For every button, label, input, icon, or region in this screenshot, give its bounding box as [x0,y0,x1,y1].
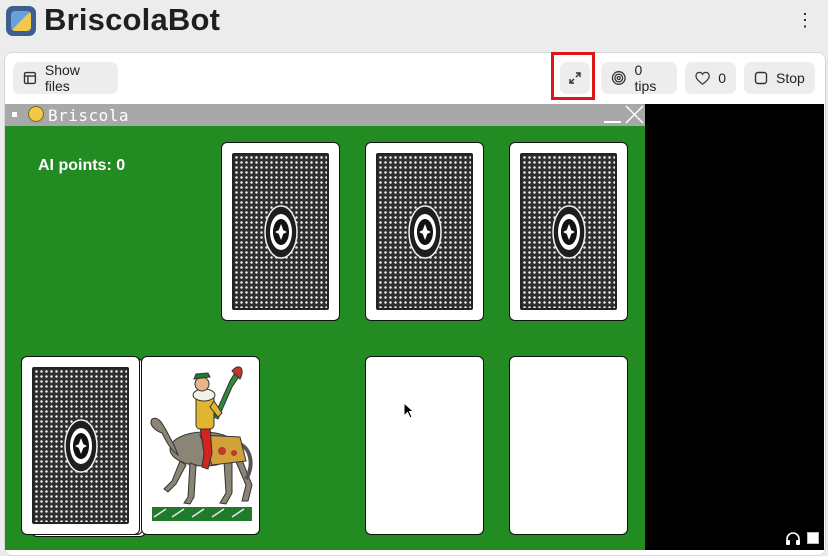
game-window-title: Briscola [48,106,130,125]
mouse-cursor-icon [403,402,414,419]
app-logo-icon [6,6,36,36]
minimize-icon[interactable] [604,121,621,123]
headphones-icon[interactable] [785,531,801,545]
card-back-medallion-icon [263,204,298,259]
game-titlebar[interactable]: Briscola [5,104,645,126]
app-header: BriscolaBot ⋮ [0,0,828,44]
briscola-card [141,356,260,535]
files-icon [23,71,37,85]
app-title: BriscolaBot [44,2,221,37]
deck-card[interactable] [21,356,140,535]
pygame-icon [28,106,44,122]
opponent-card [509,142,628,321]
close-icon[interactable] [625,105,644,124]
opponent-card [365,142,484,321]
card-back-medallion-icon [63,418,98,473]
show-files-button[interactable]: Show files [13,62,118,94]
player-card-slot[interactable] [365,356,484,535]
likes-count: 0 [718,70,726,86]
show-files-label: Show files [44,62,80,94]
stop-label: Stop [776,70,805,86]
stop-square-icon [754,71,768,85]
card-back-medallion-icon [407,204,442,259]
highlight-box [551,52,595,100]
cavallo-card-illustration [150,366,253,521]
output-area [645,104,824,550]
square-icon[interactable] [807,532,819,544]
kebab-menu-icon[interactable]: ⋮ [796,8,814,32]
like-button[interactable]: 0 [685,62,736,94]
window-menu-icon[interactable] [12,112,17,117]
spiral-icon [611,71,626,85]
opponent-card [221,142,340,321]
heart-icon [695,71,710,85]
game-window: Briscola AI points: 0 [5,104,645,550]
ai-points-label: AI points: 0 [38,157,126,174]
player-card-slot[interactable] [509,356,628,535]
stop-button[interactable]: Stop [744,62,815,94]
card-back-medallion-icon [551,204,586,259]
tips-label: 0 tips [634,62,657,94]
tips-button[interactable]: 0 tips [601,62,677,94]
